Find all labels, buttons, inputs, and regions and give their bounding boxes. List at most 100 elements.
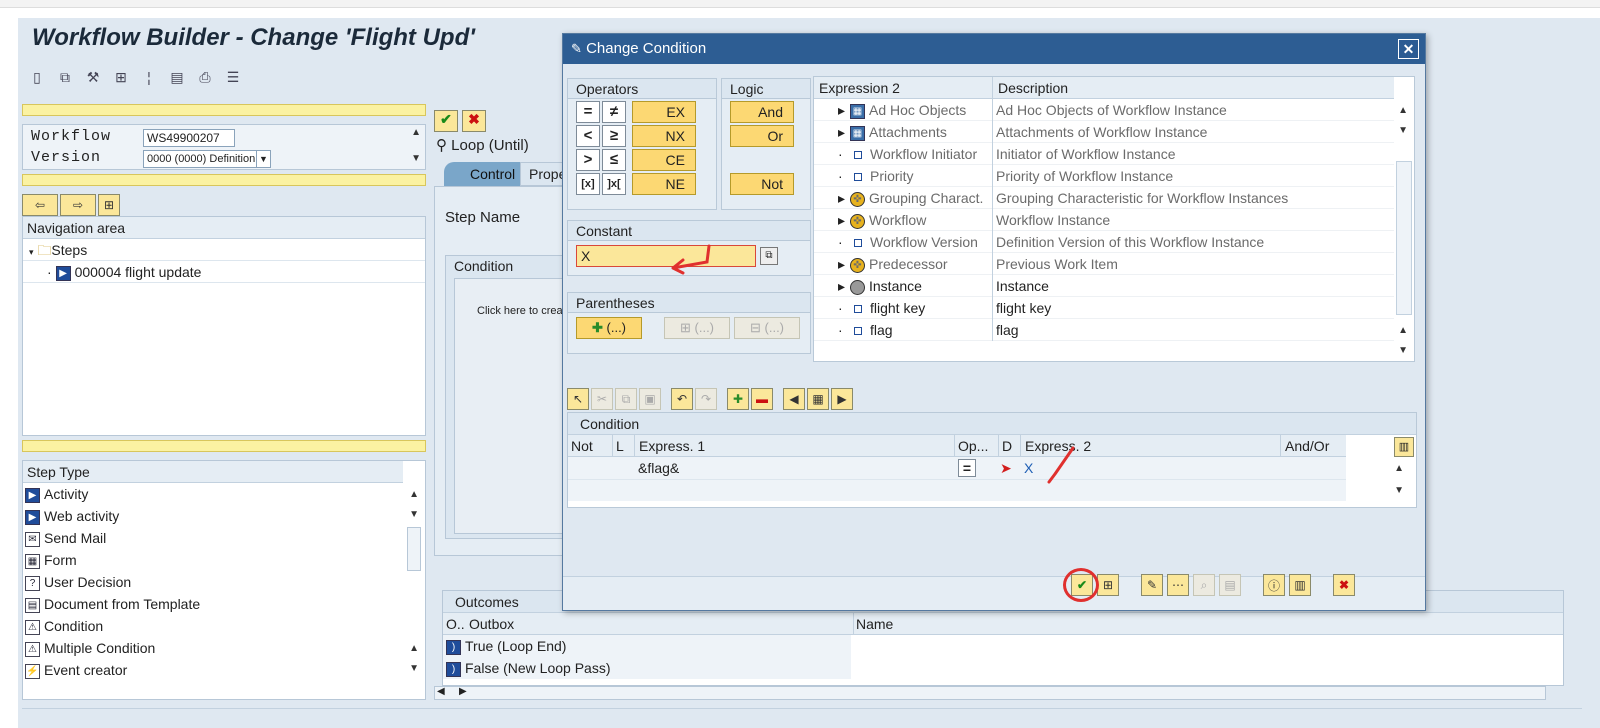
back-arrow-icon[interactable]: ⇦ [22, 194, 58, 216]
column-settings-icon[interactable]: ▥ [1394, 437, 1414, 457]
tab-properties[interactable]: Prope [520, 162, 564, 186]
expression-row[interactable]: ▸ ✜ Grouping Charact. Grouping Characterist… [814, 187, 1394, 209]
operator-word-button[interactable]: EX [632, 101, 696, 123]
check-icon[interactable]: ⊞ [1097, 574, 1119, 596]
value-help-icon[interactable]: ⧉ [760, 247, 778, 265]
col-expr1[interactable]: Express. 1 [634, 435, 705, 457]
col-not[interactable]: Not [571, 435, 593, 457]
expr2-value[interactable]: X [1024, 457, 1033, 479]
operator-button[interactable]: > [576, 149, 600, 171]
step-type-item[interactable]: ? User Decision [23, 571, 407, 593]
edit-icon[interactable]: ✎ [1141, 574, 1163, 596]
col-o[interactable]: O.. [446, 613, 465, 635]
new-icon[interactable]: ▯ [26, 66, 48, 88]
scroll-down-icon[interactable]: ▼ [409, 509, 419, 520]
operator-button[interactable]: ≤ [602, 149, 626, 171]
scroll-up-icon[interactable]: ▲ [411, 127, 421, 138]
step-type-item[interactable]: ⚠ Condition [23, 615, 407, 637]
hierarchy-icon[interactable]: ⊞ [110, 66, 132, 88]
row-marker[interactable]: ▸ [838, 275, 845, 297]
col-d[interactable]: D [998, 435, 1012, 457]
expression-row[interactable]: ▸ ▦ Attachments Attachments of Workflow Ins… [814, 121, 1394, 143]
expression-row[interactable]: ▸ ▦ Ad Hoc Objects Ad Hoc Objects of Workfl… [814, 99, 1394, 121]
structure-icon[interactable]: ⊞ [98, 194, 120, 216]
cancel-icon[interactable]: ✖ [462, 110, 486, 132]
condition-row-empty[interactable] [568, 479, 1346, 501]
row-marker[interactable]: ▸ [838, 121, 845, 143]
version-select[interactable]: 0000 (0000) Definition ▼ [143, 150, 271, 168]
close-icon[interactable]: ✕ [1398, 39, 1419, 59]
scroll-down-icon[interactable]: ▼ [411, 153, 421, 164]
document-icon[interactable]: ▥ [1289, 574, 1311, 596]
condition-row[interactable]: &flag& = ➤ X [568, 457, 1346, 479]
row-marker[interactable]: · [838, 297, 843, 319]
copy-icon[interactable]: ⧉ [54, 66, 76, 88]
step-type-item[interactable]: ✉ Send Mail [23, 527, 407, 549]
outcome-row[interactable]: ) False (New Loop Pass) [443, 657, 851, 679]
operator-word-button[interactable]: CE [632, 149, 696, 171]
expression-row[interactable]: ▸ ✜ Predecessor Previous Work Item [814, 253, 1394, 275]
expr1-value[interactable]: &flag& [638, 457, 679, 479]
operator-button[interactable]: = [576, 101, 600, 123]
operator-button[interactable]: [x] [576, 173, 600, 195]
printer-icon[interactable]: ⎙ [194, 66, 216, 88]
row-marker[interactable]: · [838, 165, 843, 187]
info-icon[interactable]: ⓘ [1263, 574, 1285, 596]
operator-word-button[interactable]: NE [632, 173, 696, 195]
collapse-bar-mid[interactable] [22, 174, 426, 186]
expression-row[interactable]: · Priority Priority of Workflow Instance [814, 165, 1394, 187]
step-type-item[interactable]: ⚠ Multiple Condition [23, 637, 407, 659]
scroll-left-icon[interactable]: ◀ [437, 686, 445, 697]
delete-row-icon[interactable]: ▬ [751, 388, 773, 410]
scroll-down-icon[interactable]: ▼ [1394, 485, 1404, 496]
scroll-up-icon[interactable]: ▲ [1394, 463, 1404, 474]
step-type-item[interactable]: ▤ Document from Template [23, 593, 407, 615]
row-marker[interactable]: · [838, 319, 843, 341]
select-icon[interactable]: ↖ [567, 388, 589, 410]
scroll-up-icon[interactable]: ▲ [1398, 105, 1408, 116]
row-marker[interactable]: ▸ [838, 187, 845, 209]
expression-icon[interactable]: ⋯ [1167, 574, 1189, 596]
row-marker[interactable]: ▸ [838, 253, 845, 275]
col-outbox[interactable]: Outbox [469, 613, 514, 635]
tree-item-steps[interactable]: ▾ 🗀Steps [23, 239, 425, 261]
outcome-row[interactable]: ) True (Loop End) [443, 635, 851, 657]
prev-icon[interactable]: ◀ [783, 388, 805, 410]
next-icon[interactable]: ▶ [831, 388, 853, 410]
expand-icon[interactable]: ▾ [29, 247, 34, 257]
not-button[interactable]: Not [730, 173, 794, 195]
expression-row[interactable]: · Workflow Version Definition Version of t… [814, 231, 1394, 253]
scrollbar-thumb[interactable] [407, 527, 421, 571]
cancel-icon[interactable]: ✖ [1333, 574, 1355, 596]
col-name[interactable]: Name [853, 613, 893, 635]
constant-input[interactable]: X [576, 245, 756, 267]
operator-button[interactable]: ≠ [602, 101, 626, 123]
tree-item-step[interactable]: · ▶ 000004 flight update [23, 261, 425, 283]
operator-button[interactable]: ]x[ [602, 173, 626, 195]
scroll-right-icon[interactable]: ▶ [459, 686, 467, 697]
expression-row[interactable]: · Workflow Initiator Initiator of Workflow… [814, 143, 1394, 165]
row-marker[interactable]: ▸ [838, 99, 845, 121]
list-icon[interactable]: ☰ [222, 66, 244, 88]
undo-icon[interactable]: ↶ [671, 388, 693, 410]
row-marker[interactable]: · [838, 231, 843, 253]
step-type-item[interactable]: ▶ Web activity [23, 505, 407, 527]
detail-icon[interactable]: ▦ [807, 388, 829, 410]
forward-arrow-icon[interactable]: ⇨ [60, 194, 96, 216]
operator-button[interactable]: < [576, 125, 600, 147]
col-expression2[interactable]: Expression 2 [819, 77, 900, 99]
horizontal-scrollbar[interactable]: ◀ ▶ [434, 686, 1546, 700]
expression-row[interactable]: · flag flag [814, 319, 1394, 341]
operator-button[interactable]: ≥ [602, 125, 626, 147]
tab-control[interactable]: Control [444, 162, 520, 186]
col-description[interactable]: Description [992, 77, 1298, 99]
monitor-icon[interactable]: ▤ [166, 66, 188, 88]
info-icon[interactable]: ¦ [138, 66, 160, 88]
scrollbar-thumb[interactable] [1396, 161, 1412, 315]
workflow-field[interactable]: WS49900207 [143, 129, 235, 147]
step-type-item[interactable]: ▦ Form [23, 549, 407, 571]
or-button[interactable]: Or [730, 125, 794, 147]
step-type-item[interactable]: ▶ Activity [23, 483, 407, 505]
collapse-bar-low[interactable] [22, 440, 426, 452]
scroll-up-icon[interactable]: ▲ [409, 643, 419, 654]
